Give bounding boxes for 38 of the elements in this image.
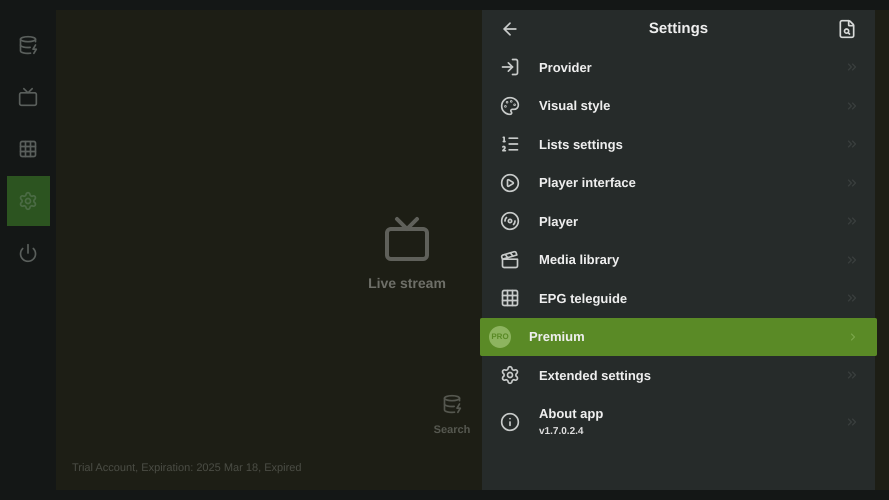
settings-item[interactable]: Player (482, 202, 875, 240)
sidebar-item[interactable] (6, 176, 50, 226)
clapperboard-icon (500, 250, 520, 270)
play-disc-icon (500, 211, 520, 232)
item-label: Provider (539, 58, 593, 76)
settings-item[interactable]: Media library (482, 240, 875, 279)
palette-icon (500, 96, 520, 116)
settings-item[interactable]: EPG teleguide (482, 279, 875, 318)
power-icon (18, 243, 38, 263)
item-label: Visual style (539, 97, 612, 115)
tv-icon (18, 87, 38, 107)
item-label: Media library (539, 251, 620, 269)
grid-icon (18, 139, 38, 159)
settings-item[interactable]: Lists settings (482, 125, 875, 164)
settings-item[interactable]: About app v1.7.0.2.4 (482, 394, 875, 448)
settings-item[interactable]: Visual style (482, 86, 875, 125)
item-label: Player (539, 212, 580, 231)
item-label: Extended settings (539, 366, 652, 385)
item-label: Player interface (539, 174, 637, 192)
version-text: v1.7.0.2.4 (539, 424, 584, 439)
tv-icon (383, 215, 431, 263)
info-icon (500, 412, 520, 432)
settings-item[interactable]: Provider (482, 48, 875, 86)
item-label: Lists settings (539, 136, 624, 154)
item-label: Premium (529, 328, 586, 346)
panel-title: Settings (648, 18, 710, 39)
numbered-list-icon (500, 134, 520, 154)
settings-icon (18, 191, 38, 211)
pro-badge: PRO (489, 326, 511, 348)
settings-icon (500, 365, 520, 386)
grid-icon (500, 288, 520, 308)
play-circle-icon (500, 172, 520, 193)
settings-item[interactable]: Extended settings (482, 356, 875, 394)
settings-item[interactable]: PRO Premium (480, 318, 877, 356)
item-label: About app (539, 405, 604, 424)
enter-icon (500, 57, 520, 78)
settings-item[interactable]: Player interface (482, 164, 875, 202)
item-label: EPG teleguide (539, 290, 628, 308)
